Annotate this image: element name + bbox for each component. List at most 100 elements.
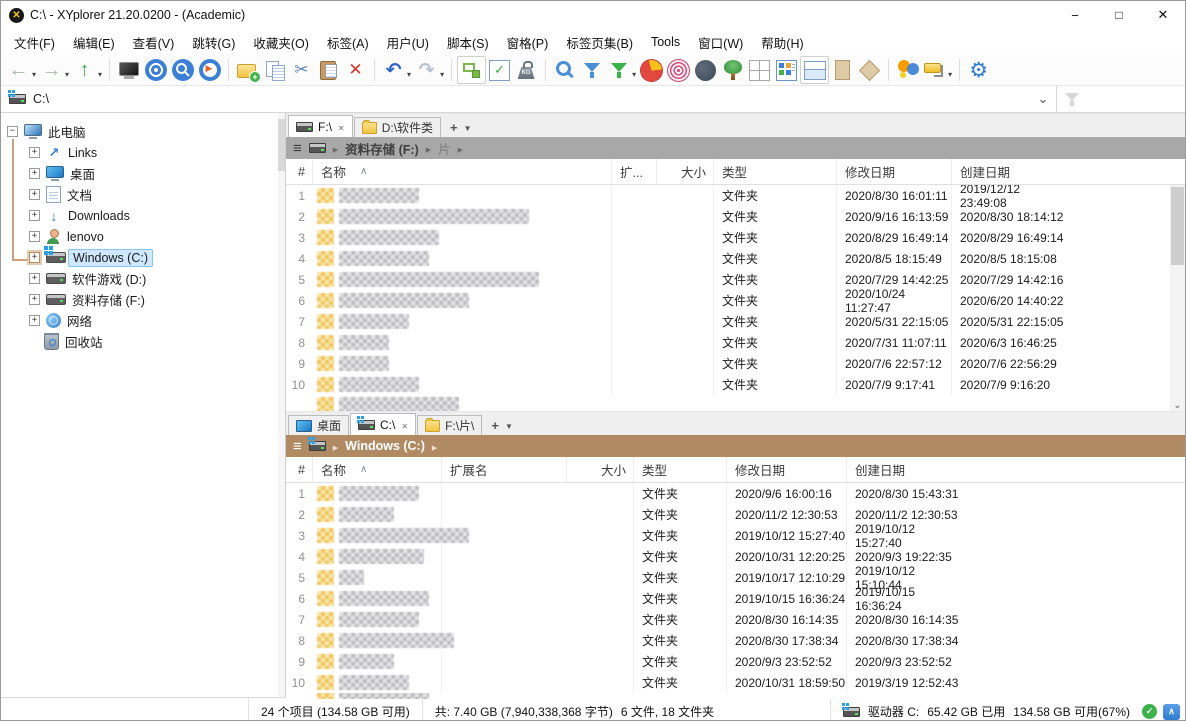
address-bar[interactable]: C:\	[1, 86, 1185, 113]
vertical-dual-pane-button[interactable]	[829, 57, 856, 83]
close-tab-icon[interactable]	[337, 120, 345, 134]
table-row[interactable]: 3文件夹2020/8/29 16:49:142020/8/29 16:49:14	[286, 227, 1185, 248]
highlight-dropdown[interactable]	[948, 70, 952, 79]
goto-button[interactable]	[142, 57, 169, 83]
tree-item-documents[interactable]: + 文档	[1, 184, 285, 205]
new-folder-button[interactable]	[234, 57, 261, 83]
column-header-created[interactable]: 创建日期	[846, 457, 961, 482]
tree-item-recycle-bin[interactable]: 回收站	[1, 331, 285, 352]
highlight-folder-button[interactable]	[921, 57, 948, 83]
column-header-type[interactable]: 类型	[713, 159, 836, 184]
table-row[interactable]: 9文件夹2020/7/6 22:57:122020/7/6 22:56:29	[286, 353, 1185, 374]
table-row[interactable]: 5文件夹2019/10/17 12:10:292019/10/12 15:10:…	[286, 567, 1185, 588]
breadcrumb-root[interactable]: 资料存储 (F:)	[345, 139, 419, 158]
tree-item-drive-d[interactable]: + 软件游戏 (D:)	[1, 268, 285, 289]
tab-c-drive[interactable]: C:\	[350, 413, 416, 435]
table-row[interactable]: 8文件夹2020/8/30 17:38:342020/8/30 17:38:34	[286, 630, 1185, 651]
table-row[interactable]: 4文件夹2020/10/31 12:20:252020/9/3 19:22:35	[286, 546, 1185, 567]
scroll-down-icon[interactable]	[1170, 400, 1185, 411]
tree-item-this-pc[interactable]: − 此电脑	[1, 121, 285, 142]
tree-scrollbar[interactable]	[278, 113, 285, 697]
close-tab-icon[interactable]	[400, 418, 408, 432]
visual-filter-dropdown[interactable]	[632, 70, 636, 79]
top-pane-scrollbar[interactable]	[1170, 185, 1185, 413]
table-row[interactable]: 2文件夹2020/9/16 16:13:592020/8/30 18:14:12	[286, 206, 1185, 227]
delete-button[interactable]	[342, 57, 369, 83]
expand-expander[interactable]: +	[29, 315, 40, 326]
table-row[interactable]: 10文件夹2020/7/9 9:17:412020/7/9 9:16:20	[286, 374, 1185, 395]
tree-item-lenovo[interactable]: + lenovo	[1, 226, 285, 247]
table-row[interactable]: 7文件夹2020/8/30 16:14:352020/8/30 16:14:35	[286, 609, 1185, 630]
swap-panes-button[interactable]	[856, 57, 883, 83]
menu-tags[interactable]: 标签(A)	[318, 29, 378, 55]
column-header-index[interactable]: #	[286, 159, 312, 184]
column-header-type[interactable]: 类型	[633, 457, 726, 482]
minimize-button[interactable]	[1053, 1, 1097, 29]
hamburger-menu-icon[interactable]	[293, 439, 302, 454]
tree-item-network[interactable]: + 网络	[1, 310, 285, 331]
menu-help[interactable]: 帮助(H)	[752, 29, 812, 55]
undo-dropdown[interactable]	[407, 70, 411, 79]
tree-item-links[interactable]: + Links	[1, 142, 285, 163]
up-button[interactable]	[71, 57, 98, 83]
expand-expander[interactable]: +	[29, 168, 40, 179]
hamburger-menu-icon[interactable]	[293, 141, 302, 156]
menu-file[interactable]: 文件(F)	[5, 29, 64, 55]
column-header-ext[interactable]: 扩展名	[441, 457, 566, 482]
back-button[interactable]	[5, 57, 32, 83]
table-row[interactable]: 5文件夹2020/7/29 14:42:252020/7/29 14:42:16	[286, 269, 1185, 290]
tab-f-pian[interactable]: F:\片\	[417, 415, 482, 435]
column-header-created[interactable]: 创建日期	[951, 159, 1066, 184]
tree-scrollbar-thumb[interactable]	[278, 119, 285, 171]
expand-expander[interactable]: +	[29, 210, 40, 221]
redo-button[interactable]	[413, 57, 440, 83]
menu-user[interactable]: 用户(U)	[378, 29, 438, 55]
toggle-tree-button[interactable]	[457, 56, 486, 84]
forward-dropdown[interactable]	[65, 70, 69, 79]
menu-view[interactable]: 查看(V)	[124, 29, 184, 55]
paste-button[interactable]	[315, 57, 342, 83]
folder-size-pie-button[interactable]	[638, 57, 665, 83]
new-tab-button[interactable]	[491, 418, 499, 433]
menu-tools[interactable]: Tools	[642, 29, 689, 55]
menu-favorites[interactable]: 收藏夹(O)	[244, 29, 318, 55]
expand-expander[interactable]: +	[29, 252, 40, 263]
undo-button[interactable]	[380, 57, 407, 83]
status-ok-icon[interactable]	[1142, 704, 1157, 719]
live-filter-box[interactable]	[1065, 86, 1185, 112]
find-files-button[interactable]	[551, 57, 578, 83]
menu-go[interactable]: 跳转(G)	[183, 29, 244, 55]
menu-scripting[interactable]: 脚本(S)	[438, 29, 498, 55]
column-header-name[interactable]: 名称∧	[312, 159, 611, 184]
expand-expander[interactable]: +	[29, 189, 40, 200]
column-header-index[interactable]: #	[286, 457, 312, 482]
details-view-button[interactable]	[773, 57, 800, 83]
back-dropdown[interactable]	[32, 70, 36, 79]
address-dropdown[interactable]	[1030, 91, 1056, 107]
column-header-ext[interactable]: 扩...	[611, 159, 656, 184]
table-row[interactable]: 10文件夹2020/10/31 18:59:502019/3/19 12:52:…	[286, 672, 1185, 693]
live-filter-button[interactable]	[578, 57, 605, 83]
breadcrumb-root[interactable]: Windows (C:)	[345, 439, 425, 453]
column-header-size[interactable]: 大小	[656, 159, 713, 184]
color-filters-button[interactable]	[894, 57, 921, 83]
tab-list-dropdown[interactable]	[464, 124, 472, 133]
close-button[interactable]	[1141, 1, 1185, 29]
expand-expander[interactable]: +	[29, 294, 40, 305]
scrollbar-thumb[interactable]	[1171, 187, 1184, 265]
column-header-name[interactable]: 名称∧	[312, 457, 441, 482]
expand-expander[interactable]: +	[29, 147, 40, 158]
maximize-button[interactable]	[1097, 1, 1141, 29]
column-header-modified[interactable]: 修改日期	[726, 457, 846, 482]
tab-list-dropdown[interactable]	[505, 422, 513, 431]
forward-button[interactable]	[38, 57, 65, 83]
column-header-modified[interactable]: 修改日期	[836, 159, 951, 184]
menu-panes[interactable]: 窗格(P)	[498, 29, 558, 55]
table-row[interactable]: 1文件夹2020/9/6 16:00:162020/8/30 15:43:31	[286, 483, 1185, 504]
dark-mode-button[interactable]	[692, 57, 719, 83]
table-row[interactable]: 7文件夹2020/5/31 22:15:052020/5/31 22:15:05	[286, 311, 1185, 332]
breadcrumb-child[interactable]: 片	[438, 139, 451, 158]
collapse-expander[interactable]: −	[7, 126, 18, 137]
expand-expander[interactable]: +	[29, 273, 40, 284]
new-tab-button[interactable]	[450, 120, 458, 135]
